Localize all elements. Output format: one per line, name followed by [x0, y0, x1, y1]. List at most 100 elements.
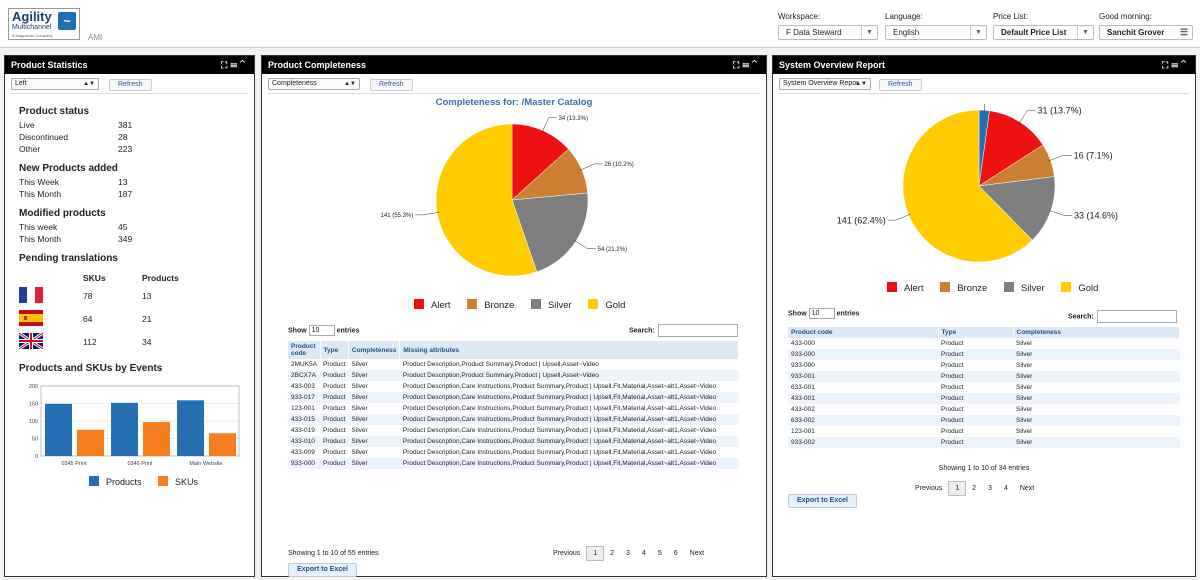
bar-products[interactable] [177, 400, 204, 456]
table-cell: 933-001 [788, 371, 938, 382]
logo-mark-icon: ~ [58, 12, 76, 30]
refresh-button[interactable]: Refresh [879, 79, 922, 91]
page-button[interactable]: 4 [636, 547, 652, 560]
legend-item-silver: Silver [1003, 282, 1045, 294]
status-value-live: 381 [118, 120, 133, 130]
page-button[interactable]: 1 [586, 546, 605, 561]
table-row[interactable]: 433-000 Product Silver [788, 338, 1180, 349]
page-button[interactable]: 4 [998, 482, 1014, 495]
bar-chart-legend: Products SKUs [89, 476, 212, 487]
report-select[interactable]: Completeness ▲▼ [268, 78, 360, 90]
column-header[interactable]: Product code [288, 341, 321, 359]
table-cell: Product [320, 370, 349, 381]
column-header[interactable]: Missing attributes [399, 341, 739, 359]
bar-skus[interactable] [143, 422, 170, 456]
table-cell: Product Description,Product Summary,Prod… [399, 370, 739, 381]
bar-skus[interactable] [77, 429, 104, 456]
table-row[interactable]: 433-003 Product Silver Product Description,… [288, 381, 739, 392]
legend-label: Products [106, 477, 142, 487]
table-row[interactable]: 433-009 Product Silver Product Description,… [288, 447, 739, 458]
previous-page-button[interactable]: Previous [547, 547, 586, 560]
table-row[interactable]: 123-001 Product Silver [788, 426, 1180, 437]
table-row[interactable]: 933-000 Product Silver [788, 349, 1180, 360]
table-row[interactable]: 433-015 Product Silver Product Description,… [288, 414, 739, 425]
export-excel-button[interactable]: Export to Excel [788, 494, 857, 508]
menu-icon[interactable]: ☰ [742, 60, 752, 70]
table-row[interactable]: 123-001 Product Silver Product Description,… [288, 403, 739, 414]
expand-icon[interactable]: ⛶ [1162, 60, 1171, 70]
translation-skus-uk: 112 [83, 337, 97, 347]
entries-control: Show 10 entries [788, 308, 860, 319]
column-header[interactable]: Completeness [348, 341, 401, 359]
table-cell: Product [323, 361, 346, 368]
table-row[interactable]: 2MUK5A Product Silver Product Description,P… [288, 359, 739, 370]
expand-icon[interactable]: ⛶ [733, 60, 742, 70]
chevron-down-icon: ▼ [861, 26, 877, 39]
agility-logo[interactable]: Agility Multichannel A Magnitude Company… [8, 8, 80, 40]
page-button[interactable]: 3 [620, 547, 636, 560]
panel-header: Product Completeness ⛶☰⌃ [262, 56, 766, 74]
page-button[interactable]: 2 [966, 482, 982, 495]
report-select[interactable]: System Overview Repor ▲▼ [779, 78, 871, 90]
expand-icon[interactable]: ⛶ [221, 60, 230, 70]
legend-swatch [887, 282, 897, 292]
page-button[interactable]: 5 [652, 547, 668, 560]
menu-icon[interactable]: ☰ [230, 60, 240, 70]
table-row[interactable]: 433-019 Product Silver Product Description,… [288, 425, 739, 436]
table-row[interactable]: 933-001 Product Silver [788, 371, 1180, 382]
table-row[interactable]: 933-017 Product Silver Product Description,… [288, 392, 739, 403]
page-button[interactable]: 2 [604, 547, 620, 560]
workspace-control: Workspace: F Data Steward ▼ [778, 12, 878, 40]
collapse-icon[interactable]: ⌃ [1181, 60, 1189, 70]
entries-select[interactable]: 10 [308, 325, 335, 336]
table-row[interactable]: 2BCX7A Product Silver Product Description,P… [288, 370, 739, 381]
bar-products[interactable] [45, 403, 72, 456]
refresh-button[interactable]: Refresh [109, 79, 152, 91]
search-input[interactable] [1096, 310, 1177, 323]
table-cell: 933-000 [788, 349, 938, 360]
legend-item-skus: SKUs [158, 476, 198, 487]
table-row[interactable]: 933-000 Product Silver [788, 360, 1180, 371]
page-button[interactable]: 1 [948, 481, 967, 496]
entries-control: Show 10 entries [288, 325, 360, 336]
refresh-button[interactable]: Refresh [370, 79, 413, 91]
table-row[interactable]: 433-010 Product Silver Product Description,… [288, 436, 739, 447]
entries-select[interactable]: 10 [808, 308, 835, 319]
bar-skus[interactable] [209, 433, 236, 456]
table-row[interactable]: 933-000 Product Silver Product Description,… [288, 458, 739, 469]
collapse-icon[interactable]: ⌃ [240, 60, 248, 70]
price-list-select[interactable]: Default Price List ▼ [993, 25, 1094, 40]
bar-products[interactable] [111, 402, 138, 456]
table-row[interactable]: 433-001 Product Silver [788, 393, 1180, 404]
panel-title: Product Completeness [268, 60, 367, 70]
y-tick-label: 200 [29, 384, 38, 390]
column-header[interactable]: Type [938, 327, 1014, 338]
table-row[interactable]: 433-002 Product Silver [788, 404, 1180, 415]
next-page-button[interactable]: Next [684, 547, 710, 560]
menu-icon[interactable]: ☰ [1171, 60, 1181, 70]
export-excel-button[interactable]: Export to Excel [288, 563, 357, 577]
search-input[interactable] [657, 324, 738, 337]
page-button[interactable]: 6 [668, 547, 684, 560]
y-tick-label: 150 [29, 402, 38, 408]
next-page-button[interactable]: Next [1014, 482, 1040, 495]
table-row[interactable]: 633-001 Product Silver [788, 382, 1180, 393]
language-select[interactable]: English ▼ [885, 25, 987, 40]
table-cell: Silver [351, 361, 368, 368]
show-label: Show [288, 327, 307, 335]
table-row[interactable]: 633-002 Product Silver [788, 415, 1180, 426]
slice-leader-line [887, 213, 911, 221]
position-select[interactable]: Left ▲▼ [11, 78, 99, 90]
collapse-icon[interactable]: ⌃ [752, 60, 760, 70]
column-header[interactable]: Product code [788, 327, 939, 338]
column-header[interactable]: Type [320, 341, 349, 359]
previous-page-button[interactable]: Previous [909, 482, 948, 495]
pending-translations-heading: Pending translations [19, 253, 118, 264]
workspace-select[interactable]: F Data Steward ▼ [778, 25, 878, 40]
user-menu[interactable]: Sanchit Grover ☰ [1099, 25, 1193, 40]
table-row[interactable]: 933-002 Product Silver [788, 437, 1180, 448]
slice-leader-line [1048, 155, 1072, 162]
ami-label: AMI [88, 33, 103, 42]
column-header[interactable]: Completeness [1013, 327, 1180, 338]
page-button[interactable]: 3 [982, 482, 998, 495]
